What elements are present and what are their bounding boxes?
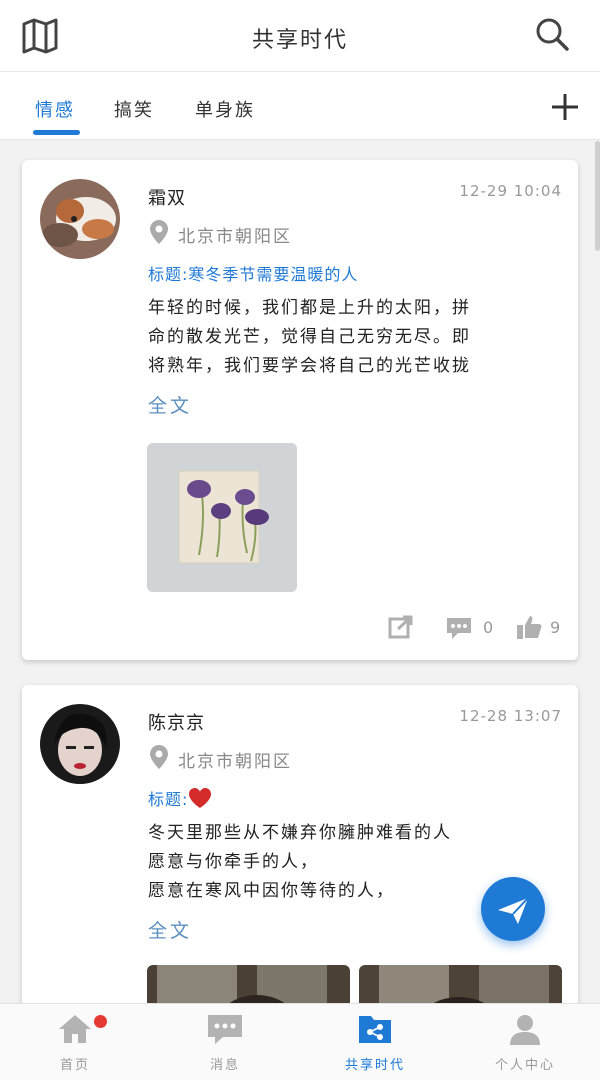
post-title[interactable]: 标题:寒冬季节需要温暖的人 xyxy=(148,261,358,285)
post-body-line: 年轻的时候，我们都是上升的太阳，拼 xyxy=(148,298,471,318)
paper-plane-icon xyxy=(498,897,529,924)
comment-count: 0 xyxy=(483,618,494,637)
page-title: 共享时代 xyxy=(251,28,348,53)
location-pin-icon xyxy=(150,220,168,244)
full-text-link[interactable]: 全文 xyxy=(148,391,192,418)
top-app-bar: 共享时代 xyxy=(0,0,600,72)
nav-messages[interactable]: 消息 xyxy=(150,1004,300,1080)
tab-singles[interactable]: 单身族 xyxy=(195,96,255,122)
avatar[interactable] xyxy=(40,179,120,259)
post-author[interactable]: 陈京京 xyxy=(148,709,205,735)
post-body-line: 将熟年，我们要学会将自己的光芒收拢 xyxy=(148,356,471,376)
post-location: 北京市朝阳区 xyxy=(178,227,292,247)
home-icon xyxy=(59,1015,91,1043)
person-icon xyxy=(510,1015,540,1045)
avatar[interactable] xyxy=(40,704,120,784)
post-card[interactable]: 霜双 12-29 10:04 北京市朝阳区 标题:寒冬季节需要温暖的人 年轻的时… xyxy=(22,160,578,660)
nav-label: 消息 xyxy=(209,1058,240,1073)
tab-funny[interactable]: 搞笑 xyxy=(114,96,154,122)
post-card[interactable]: 陈京京 12-28 13:07 北京市朝阳区 标题: 冬天里那些从不嫌弃你臃肿难… xyxy=(22,685,578,1003)
notification-dot xyxy=(94,1015,107,1028)
plus-icon xyxy=(552,94,578,120)
nav-label: 共享时代 xyxy=(344,1058,405,1073)
post-image[interactable] xyxy=(359,965,562,1003)
nav-share-era[interactable]: 共享时代 xyxy=(300,1004,450,1080)
nav-profile[interactable]: 个人中心 xyxy=(450,1004,600,1080)
category-tabs: 情感 搞笑 单身族 xyxy=(0,72,600,140)
post-title[interactable]: 标题: xyxy=(148,786,212,810)
search-icon xyxy=(536,18,569,51)
tab-emotion[interactable]: 情感 xyxy=(35,96,75,122)
post-author[interactable]: 霜双 xyxy=(148,184,186,210)
post-image[interactable] xyxy=(147,965,350,1003)
post-body: 年轻的时候，我们都是上升的太阳，拼 命的散发光芒，觉得自己无穷无尽。即 将熟年，… xyxy=(148,294,558,381)
active-tab-indicator xyxy=(33,130,80,135)
nav-home[interactable]: 首页 xyxy=(0,1004,150,1080)
post-image[interactable] xyxy=(147,443,297,592)
comment-icon[interactable] xyxy=(446,616,472,640)
nav-label: 个人中心 xyxy=(494,1058,555,1073)
compose-post-button[interactable] xyxy=(481,877,545,941)
post-body-line: 愿意与你牵手的人， xyxy=(148,852,319,872)
add-tab-button[interactable] xyxy=(550,92,580,122)
search-button[interactable] xyxy=(534,16,570,52)
bottom-navigation: 首页 消息 共享时代 个人中心 xyxy=(0,1003,600,1080)
share-folder-icon xyxy=(359,1016,391,1043)
post-body-line: 命的散发光芒，觉得自己无穷无尽。即 xyxy=(148,327,471,347)
message-icon xyxy=(208,1015,242,1044)
post-title-label: 标题: xyxy=(148,790,189,809)
post-feed[interactable]: 霜双 12-29 10:04 北京市朝阳区 标题:寒冬季节需要温暖的人 年轻的时… xyxy=(0,141,600,1003)
post-time: 12-29 10:04 xyxy=(459,182,562,200)
red-heart-icon xyxy=(189,788,212,808)
like-icon[interactable] xyxy=(516,614,542,640)
feed-scrollbar[interactable] xyxy=(595,141,600,251)
like-count: 9 xyxy=(550,618,561,637)
post-time: 12-28 13:07 xyxy=(459,707,562,725)
share-icon[interactable] xyxy=(388,615,414,639)
post-location: 北京市朝阳区 xyxy=(178,752,292,772)
post-body-line: 冬天里那些从不嫌弃你臃肿难看的人 xyxy=(148,823,452,843)
nav-label: 首页 xyxy=(59,1058,90,1073)
full-text-link[interactable]: 全文 xyxy=(148,916,192,943)
location-pin-icon xyxy=(150,745,168,769)
